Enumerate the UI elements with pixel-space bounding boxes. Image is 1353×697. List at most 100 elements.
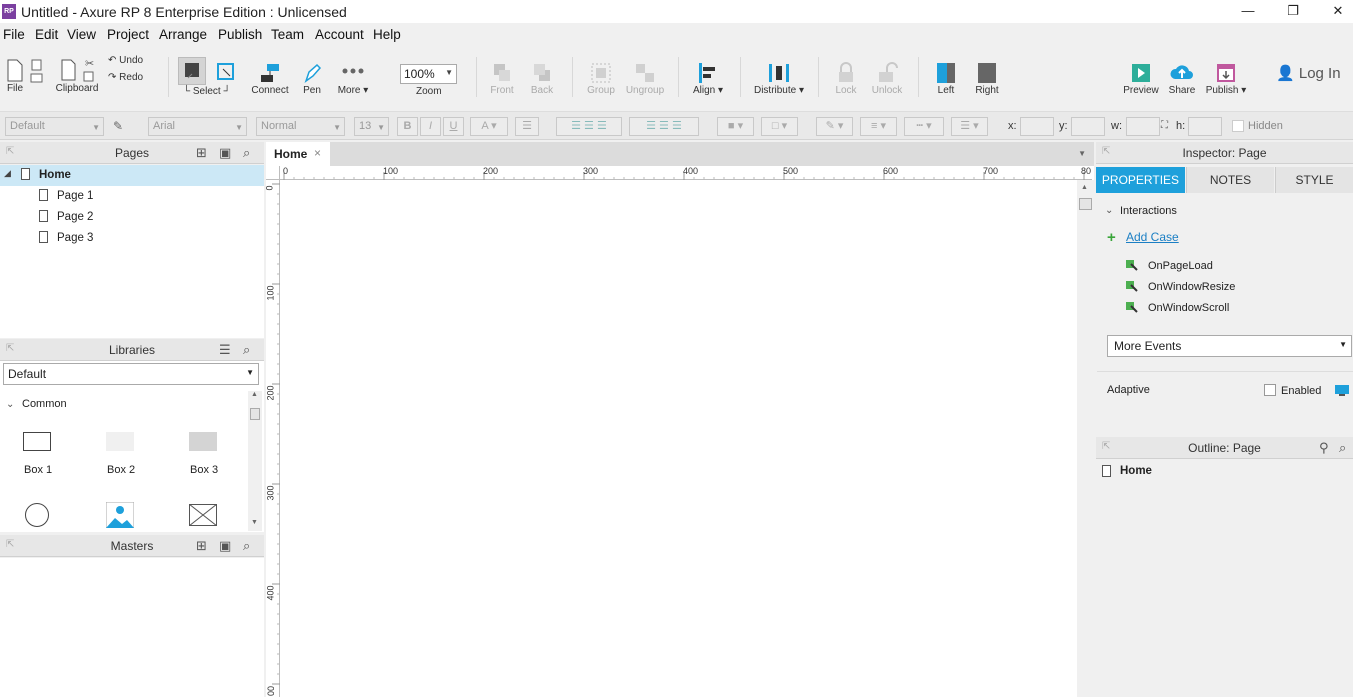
unlock-button[interactable]: Unlock (870, 61, 904, 96)
bold-button[interactable]: B (397, 117, 418, 136)
valign-text-group[interactable]: ☰ ☰ ☰ (629, 117, 699, 136)
x-input[interactable] (1020, 117, 1054, 136)
add-folder-icon[interactable]: ▣ (219, 145, 231, 161)
underline-button[interactable]: U (443, 117, 464, 136)
ellipse-widget[interactable] (25, 503, 49, 527)
menu-project[interactable]: Project (107, 27, 149, 42)
scroll-thumb[interactable] (1079, 198, 1092, 210)
canvas-scrollbar[interactable]: ▲ (1077, 180, 1094, 697)
right-button[interactable]: Right (972, 61, 1002, 96)
collapse-triangle-icon[interactable]: ◢ (4, 168, 11, 179)
adaptive-views-icon[interactable] (1334, 383, 1350, 397)
menu-team[interactable]: Team (271, 27, 304, 42)
scroll-up-icon[interactable]: ▲ (1081, 184, 1088, 191)
redo-button[interactable]: ↷ Redo (108, 72, 143, 83)
event-onpageload[interactable]: OnPageLoad (1126, 260, 1213, 272)
tab-properties[interactable]: PROPERTIES (1096, 167, 1185, 193)
menu-view[interactable]: View (67, 27, 96, 42)
page-item-page-3[interactable]: Page 3 (0, 228, 264, 249)
add-page-icon[interactable]: ⊞ (196, 145, 207, 161)
preview-button[interactable]: Preview (1122, 61, 1160, 96)
italic-button[interactable]: I (420, 117, 441, 136)
chevron-down-icon[interactable]: ⌄ (6, 399, 14, 410)
align-text-group[interactable]: ☰ ☰ ☰ (556, 117, 622, 136)
page-item-home[interactable]: ◢ Home (0, 165, 264, 186)
box1-widget[interactable] (23, 432, 51, 451)
line-color-button[interactable]: ✎ ▾ (816, 117, 853, 136)
placeholder-widget-icon[interactable] (189, 504, 217, 526)
login-button[interactable]: 👤 Log In (1276, 64, 1341, 82)
file-button[interactable]: File (4, 57, 26, 94)
send-back-button[interactable]: Back (528, 61, 556, 96)
lock-button[interactable]: Lock (832, 61, 860, 96)
close-button[interactable]: ✕ (1326, 2, 1350, 20)
undo-button[interactable]: ↶ Undo (108, 55, 143, 66)
chevron-down-icon[interactable]: ⌄ (1105, 205, 1113, 216)
clipboard-button[interactable]: ✂ Clipboard (54, 57, 100, 94)
group-button[interactable]: Group (586, 61, 616, 96)
style-select[interactable]: Default ▼ (5, 117, 104, 136)
canvas[interactable] (266, 142, 1094, 697)
hidden-checkbox[interactable] (1232, 120, 1244, 132)
font-color-button[interactable]: A ▾ (470, 117, 508, 136)
add-case-link[interactable]: Add Case (1126, 230, 1179, 244)
tab-notes[interactable]: NOTES (1186, 167, 1274, 193)
image-widget-icon[interactable] (106, 502, 134, 528)
search-icon[interactable]: ⌕ (243, 538, 250, 554)
library-scrollbar[interactable]: ▲ ▼ (248, 391, 262, 531)
tab-style[interactable]: STYLE (1275, 167, 1353, 193)
library-section-common[interactable]: Common (22, 398, 67, 410)
new-open-icons[interactable] (30, 59, 44, 85)
menu-help[interactable]: Help (373, 27, 401, 42)
font-weight-select[interactable]: Normal ▼ (256, 117, 345, 136)
event-onwindowresize[interactable]: OnWindowResize (1126, 281, 1235, 293)
plus-icon[interactable]: + (1107, 229, 1116, 246)
tab-list-chevron-icon[interactable]: ▼ (1078, 149, 1086, 158)
left-button[interactable]: Left (932, 61, 960, 96)
search-icon[interactable]: ⌕ (1339, 440, 1346, 456)
add-master-icon[interactable]: ⊞ (196, 538, 207, 554)
lock-ratio-icon[interactable]: ⛶ (1161, 120, 1168, 131)
line-pattern-button[interactable]: ┅ ▾ (904, 117, 944, 136)
fill-color-button[interactable]: ■ ▾ (717, 117, 754, 136)
select-contained-button[interactable] (215, 61, 237, 86)
event-onwindowscroll[interactable]: OnWindowScroll (1126, 302, 1229, 314)
w-input[interactable] (1126, 117, 1160, 136)
align-button[interactable]: Align ▾ (690, 61, 726, 96)
ungroup-button[interactable]: Ungroup (624, 61, 666, 96)
box3-widget[interactable] (189, 432, 217, 451)
more-button[interactable]: More ▾ (334, 61, 372, 96)
menu-account[interactable]: Account (315, 27, 364, 42)
y-input[interactable] (1071, 117, 1105, 136)
select-intersect-button[interactable] (178, 57, 206, 85)
maximize-button[interactable]: ❐ (1281, 2, 1305, 20)
menu-arrange[interactable]: Arrange (159, 27, 207, 42)
shadow-button[interactable]: □ ▾ (761, 117, 798, 136)
search-icon[interactable]: ⌕ (243, 145, 250, 161)
add-folder-icon[interactable]: ▣ (219, 538, 231, 554)
menu-icon[interactable]: ☰ (219, 342, 231, 358)
library-select[interactable]: Default ▼ (3, 363, 259, 385)
zoom-select[interactable]: 100% ▼ (400, 64, 457, 84)
share-button[interactable]: Share (1166, 61, 1198, 96)
h-input[interactable] (1188, 117, 1222, 136)
enabled-checkbox[interactable] (1264, 384, 1276, 396)
more-events-select[interactable]: More Events ▼ (1107, 335, 1352, 357)
page-item-page-2[interactable]: Page 2 (0, 207, 264, 228)
menu-edit[interactable]: Edit (35, 27, 58, 42)
distribute-button[interactable]: Distribute ▾ (752, 61, 806, 96)
bring-front-button[interactable]: Front (488, 61, 516, 96)
menu-file[interactable]: File (3, 27, 25, 42)
menu-publish[interactable]: Publish (218, 27, 262, 42)
minimize-button[interactable]: — (1236, 2, 1260, 20)
font-size-select[interactable]: 13 ▼ (354, 117, 389, 136)
publish-button[interactable]: Publish ▾ (1204, 61, 1248, 96)
bullet-list-button[interactable]: ☰ (515, 117, 539, 136)
search-icon[interactable]: ⌕ (243, 342, 250, 358)
close-icon[interactable]: × (314, 146, 321, 160)
page-item-page-1[interactable]: Page 1 (0, 186, 264, 207)
pen-button[interactable]: Pen (300, 61, 324, 96)
style-editor-icon[interactable]: ✎ (113, 119, 123, 133)
box2-widget[interactable] (106, 432, 134, 451)
filter-icon[interactable]: ⚲ (1319, 440, 1329, 456)
